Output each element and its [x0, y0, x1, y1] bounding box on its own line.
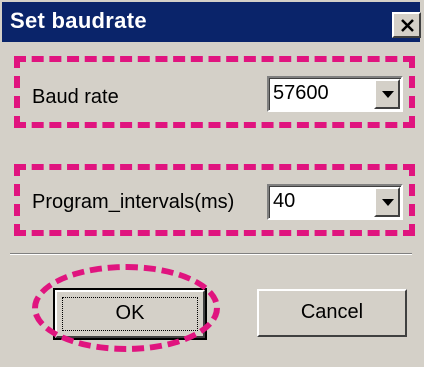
- highlight-program-intervals: [14, 164, 415, 236]
- highlight-baud-rate: [14, 56, 415, 128]
- close-button[interactable]: [392, 12, 421, 38]
- cancel-button-label: Cancel: [300, 301, 364, 323]
- separator-line: [10, 253, 412, 255]
- highlight-ok-button: [32, 264, 220, 352]
- window-title: Set baudrate: [10, 8, 147, 33]
- title-bar[interactable]: Set baudrate: [2, 2, 421, 42]
- cancel-button[interactable]: Cancel: [257, 289, 407, 337]
- set-baudrate-dialog: Set baudrate Baud rate 57600 Program_int…: [0, 0, 424, 367]
- close-x-icon: [401, 19, 414, 32]
